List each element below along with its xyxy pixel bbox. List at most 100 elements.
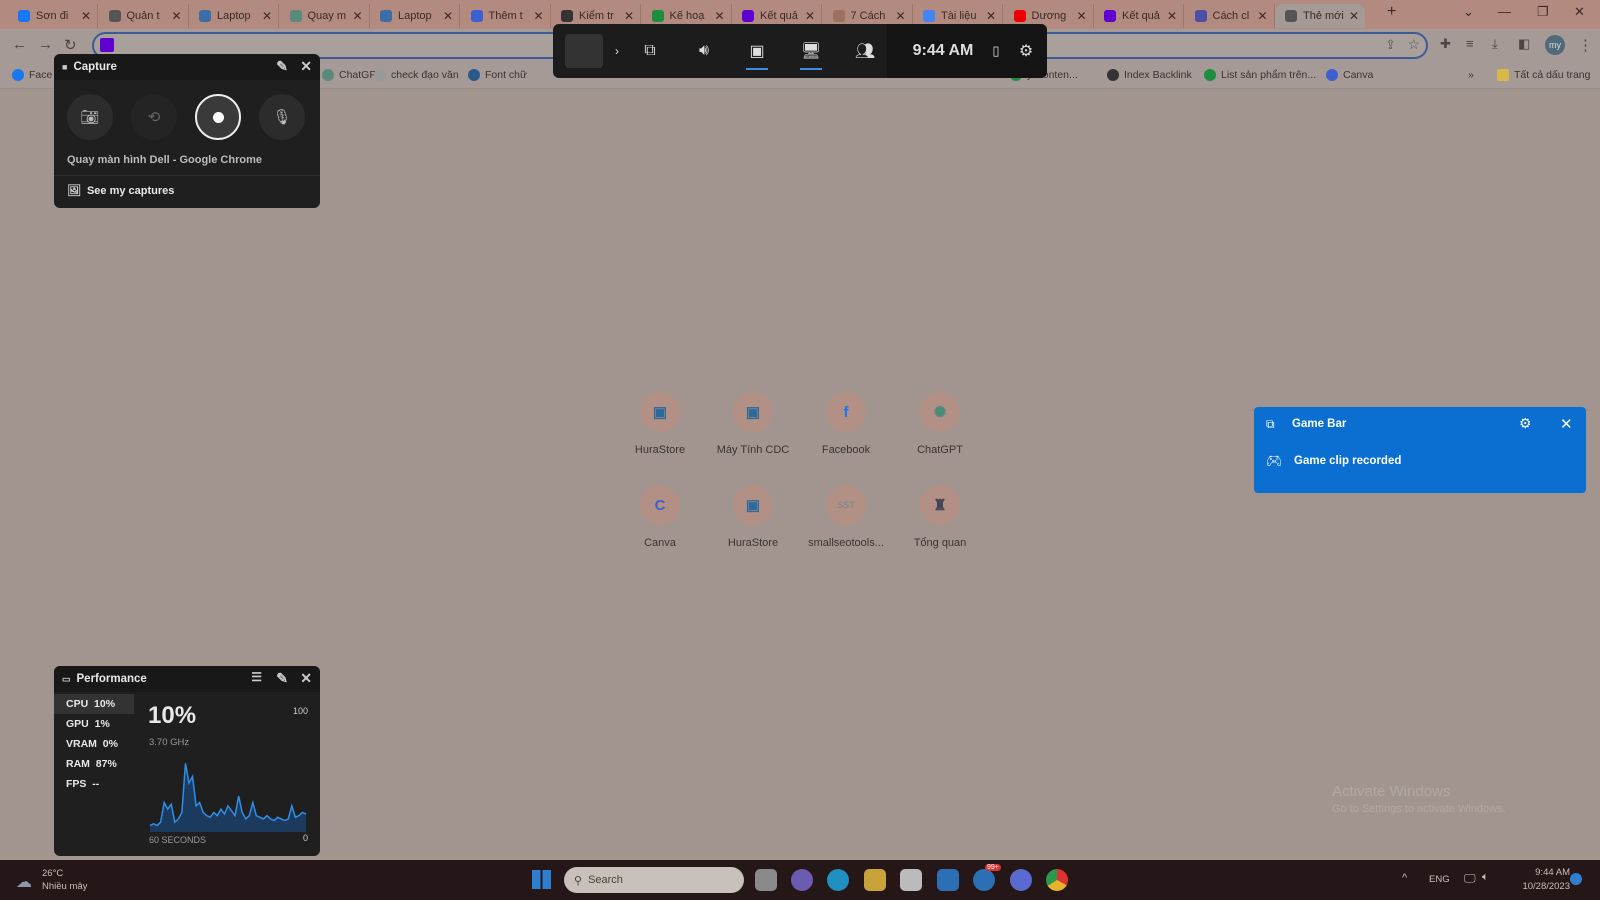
close-tab-icon[interactable]: ✕ xyxy=(171,9,181,23)
widget-home-button[interactable] xyxy=(565,34,603,68)
bookmark[interactable]: Index Backlink xyxy=(1107,69,1192,81)
close-tab-icon[interactable]: ✕ xyxy=(714,9,724,23)
bookmark-star-icon[interactable]: ☆ xyxy=(1407,36,1420,53)
close-tab-icon[interactable]: ✕ xyxy=(986,9,996,23)
screenshot-button[interactable]: 📷︎ xyxy=(67,94,113,140)
messenger-icon[interactable] xyxy=(1010,869,1032,891)
share-icon[interactable]: ⇪ xyxy=(1385,37,1396,53)
close-tab-icon[interactable]: ✕ xyxy=(262,9,272,23)
metric-vram[interactable]: VRAM 0% xyxy=(54,734,134,754)
bookmark-favicon xyxy=(374,69,386,81)
tab[interactable]: Sơn đi ✕ xyxy=(8,4,98,28)
metric-ram[interactable]: RAM 87% xyxy=(54,754,134,774)
teams-icon[interactable] xyxy=(791,869,813,891)
weather-icon[interactable]: ☁ xyxy=(16,872,32,892)
close-tab-icon[interactable]: ✕ xyxy=(352,9,362,23)
options-icon[interactable]: ☰ xyxy=(251,670,262,684)
volume-icon[interactable]: 🔈︎ xyxy=(1482,871,1489,884)
bookmark[interactable]: Canva xyxy=(1326,69,1373,81)
notifications-icon[interactable] xyxy=(1570,873,1582,885)
shortcut-tile[interactable]: ✺ ChatGPT xyxy=(885,392,995,456)
record-last-button[interactable]: ⟲ xyxy=(131,94,177,140)
bookmark[interactable]: Font chữ xyxy=(468,69,527,81)
metric-cpu[interactable]: CPU 10% xyxy=(54,694,134,714)
start-recording-button[interactable] xyxy=(195,94,241,140)
close-icon[interactable]: ✕ xyxy=(300,58,312,75)
shortcut-icon: ▣ xyxy=(640,392,680,432)
close-tab-icon[interactable]: ✕ xyxy=(624,9,634,23)
close-tab-icon[interactable]: ✕ xyxy=(1076,9,1086,23)
extensions-icon[interactable]: ✚ xyxy=(1440,36,1451,52)
tab-search-button[interactable]: ⌄ xyxy=(1463,4,1474,20)
bookmark[interactable]: check đạo văn xyxy=(374,69,459,81)
taskbar-search[interactable]: ⚲ Search xyxy=(564,867,744,893)
bookmark[interactable]: List sản phẩm trên... xyxy=(1204,69,1316,81)
tab[interactable]: Laptop ✕ xyxy=(370,4,460,28)
store-icon[interactable] xyxy=(900,869,922,891)
mouse-icon[interactable]: ▯ xyxy=(983,24,1009,78)
mail-icon[interactable] xyxy=(937,869,959,891)
close-tab-icon[interactable]: ✕ xyxy=(805,9,815,23)
close-tab-icon[interactable]: ✕ xyxy=(1257,9,1267,23)
tab-favicon xyxy=(832,10,845,22)
more-bookmarks[interactable]: » xyxy=(1468,69,1474,81)
bookmark[interactable]: Face xyxy=(12,69,52,81)
taskbar-date[interactable]: 10/28/2023 xyxy=(1512,881,1570,892)
minimize-button[interactable]: — xyxy=(1498,4,1511,19)
pin-icon[interactable]: ✎ xyxy=(276,670,288,687)
restore-button[interactable]: ❐ xyxy=(1537,4,1549,20)
media-icon[interactable]: ≡ xyxy=(1466,36,1474,51)
close-window-button[interactable]: ✕ xyxy=(1574,4,1585,20)
menu-icon[interactable]: ⋮ xyxy=(1578,36,1593,54)
close-tab-icon[interactable]: ✕ xyxy=(1167,9,1177,23)
game-bar-toast[interactable]: ⧉ Game Bar ⚙ ✕ 🎮︎ Game clip recorded xyxy=(1254,407,1586,493)
chevron-right-icon[interactable]: › xyxy=(607,24,627,78)
network-icon[interactable]: 🖵︎ xyxy=(1464,871,1476,886)
task-view-icon[interactable] xyxy=(755,869,777,891)
forward-button[interactable]: → xyxy=(38,36,53,53)
capture-icon: ■ xyxy=(62,62,68,72)
reload-button[interactable]: ↻ xyxy=(64,36,77,54)
file-explorer-icon[interactable] xyxy=(864,869,886,891)
taskbar-time[interactable]: 9:44 AM xyxy=(1512,867,1570,878)
metric-gpu[interactable]: GPU 1% xyxy=(54,714,134,734)
mic-toggle-button[interactable]: 🎙︎ xyxy=(259,94,305,140)
pin-icon[interactable]: ✎ xyxy=(276,58,288,75)
tab[interactable]: Thẻ mới ✕ xyxy=(1275,4,1365,28)
new-tab-button[interactable]: + xyxy=(1387,3,1396,21)
tab[interactable]: Quản t ✕ xyxy=(99,4,189,28)
start-button[interactable] xyxy=(532,870,551,889)
close-icon[interactable]: ✕ xyxy=(300,670,312,687)
tab[interactable]: Laptop ✕ xyxy=(189,4,279,28)
xbox-social-icon[interactable]: ⧉ xyxy=(629,24,671,78)
see-my-captures-link[interactable]: 🖼︎ See my captures xyxy=(67,184,174,198)
back-button[interactable]: ← xyxy=(12,36,27,53)
close-tab-icon[interactable]: ✕ xyxy=(443,9,453,23)
language-indicator[interactable]: ENG xyxy=(1429,874,1450,885)
close-tab-icon[interactable]: ✕ xyxy=(895,9,905,23)
chrome-icon[interactable] xyxy=(1046,869,1068,891)
all-bookmarks[interactable]: Tất cả dấu trang xyxy=(1497,69,1590,81)
tab[interactable]: Thêm t ✕ xyxy=(461,4,551,28)
close-tab-icon[interactable]: ✕ xyxy=(1349,9,1359,23)
close-tab-icon[interactable]: ✕ xyxy=(81,9,91,23)
close-tab-icon[interactable]: ✕ xyxy=(533,9,543,23)
zalo-icon[interactable] xyxy=(973,869,995,891)
shortcut-tile[interactable]: ♜ Tổng quan xyxy=(885,485,995,549)
show-hidden-icons[interactable]: ^ xyxy=(1402,872,1407,884)
profile-avatar[interactable]: my xyxy=(1545,35,1565,55)
download-icon[interactable]: ⤓ xyxy=(1492,36,1498,52)
settings-gear-icon[interactable]: ⚙ xyxy=(1519,415,1532,432)
metric-fps[interactable]: FPS -- xyxy=(54,774,134,794)
tab[interactable]: Kết quả ✕ xyxy=(1094,4,1184,28)
settings-gear-icon[interactable]: ⚙ xyxy=(1013,24,1039,78)
edge-icon[interactable] xyxy=(827,869,849,891)
side-panel-icon[interactable]: ◧ xyxy=(1518,36,1530,52)
tab[interactable]: Quay m ✕ xyxy=(280,4,370,28)
capture-widget-icon[interactable]: ▣ xyxy=(736,24,778,78)
close-icon[interactable]: ✕ xyxy=(1560,415,1573,433)
tab[interactable]: Cách cl ✕ xyxy=(1185,4,1275,28)
party-icon[interactable]: 👥︎ xyxy=(844,24,886,78)
audio-icon[interactable]: 🔊︎ xyxy=(683,24,725,78)
performance-widget-icon[interactable]: 🖥︎ xyxy=(790,24,832,78)
